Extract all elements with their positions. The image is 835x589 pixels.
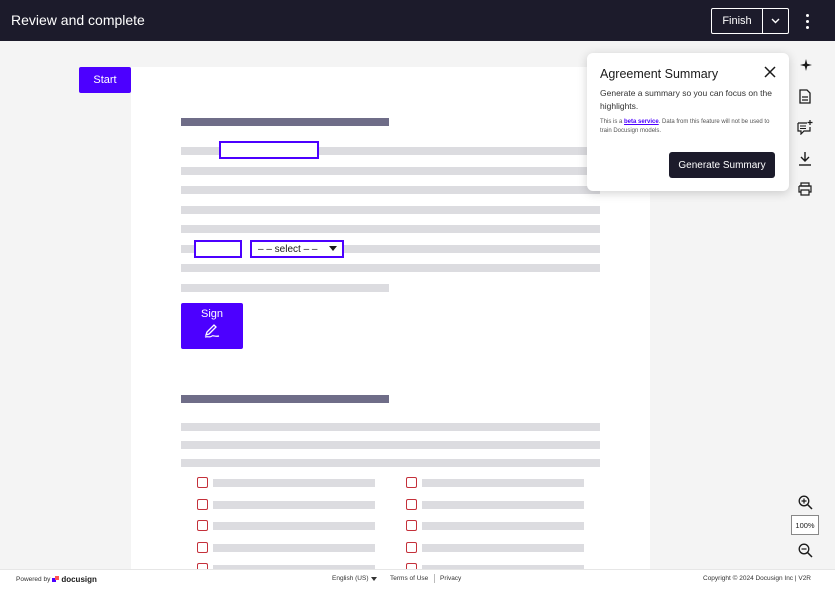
checkbox-label-placeholder [422, 544, 584, 552]
sparkle-icon [800, 59, 812, 71]
text-line-placeholder [181, 206, 600, 214]
kebab-dot [805, 25, 809, 29]
comment-add-icon [797, 119, 813, 135]
text-line-placeholder [181, 186, 600, 194]
beta-note-prefix: This is a [600, 119, 625, 125]
download-button[interactable] [797, 150, 813, 166]
print-icon [798, 182, 812, 196]
text-line-placeholder [181, 441, 600, 449]
powered-by-label: Powered by [16, 576, 51, 583]
text-input-field[interactable] [219, 141, 319, 159]
checkbox-label-placeholder [213, 522, 375, 530]
checkbox[interactable] [197, 520, 208, 531]
checkbox[interactable] [406, 499, 417, 510]
checkbox[interactable] [406, 520, 417, 531]
zoom-out-icon [798, 543, 813, 558]
checkbox-label-placeholder [213, 501, 375, 509]
agreement-summary-popup: Agreement Summary Generate a summary so … [587, 53, 789, 191]
chevron-down-icon [771, 18, 780, 24]
kebab-dot [805, 19, 809, 23]
checkbox[interactable] [197, 542, 208, 553]
terms-of-use-link[interactable]: Terms of Use [390, 575, 428, 582]
sign-label: Sign [200, 308, 224, 320]
beta-note: This is a beta service. Data from this f… [600, 118, 780, 136]
checkbox[interactable] [197, 477, 208, 488]
copyright: Copyright © 2024 Docusign Inc | V2R [703, 575, 812, 582]
zoom-in-icon [798, 495, 813, 510]
text-line-placeholder [181, 167, 600, 175]
text-line-placeholder [319, 147, 600, 155]
close-button[interactable] [763, 65, 777, 79]
text-line-placeholder [181, 264, 600, 272]
zoom-out-button[interactable] [797, 542, 813, 558]
checkbox-label-placeholder [213, 544, 375, 552]
powered-by: Powered by docusign [16, 575, 97, 584]
text-line-placeholder [181, 147, 219, 155]
text-line-placeholder [181, 284, 389, 292]
generate-summary-button[interactable]: Generate Summary [669, 152, 775, 178]
checkbox-label-placeholder [213, 479, 375, 487]
popup-description: Generate a summary so you can focus on t… [600, 88, 772, 111]
language-label: English (US) [332, 575, 369, 582]
beta-service-link[interactable]: beta service [624, 119, 659, 125]
docusign-logo-icon [52, 576, 60, 582]
brand-logo: docusign [61, 575, 97, 584]
caret-down-icon [371, 576, 378, 581]
popup-title: Agreement Summary [600, 67, 719, 81]
page-title: Review and complete [11, 12, 145, 28]
checkbox[interactable] [197, 499, 208, 510]
signature-pen-icon [204, 324, 220, 338]
zoom-in-button[interactable] [797, 494, 813, 510]
language-selector[interactable]: English (US) [332, 575, 378, 582]
finish-button-group: Finish [711, 8, 789, 34]
add-comment-button[interactable] [797, 119, 813, 135]
close-icon [764, 66, 776, 78]
dropdown-value: – – select – – [258, 243, 318, 255]
start-button[interactable]: Start [79, 67, 131, 93]
text-line-placeholder [181, 245, 194, 253]
section-heading-placeholder [181, 395, 389, 403]
sign-button[interactable]: Sign [181, 303, 243, 349]
zoom-level[interactable]: 100% [791, 515, 819, 535]
short-text-field[interactable] [194, 240, 242, 258]
kebab-dot [805, 13, 809, 17]
finish-button[interactable]: Finish [712, 9, 763, 33]
checkbox[interactable] [406, 542, 417, 553]
sparkle-button[interactable] [798, 57, 814, 73]
dropdown-select[interactable]: – – select – – [250, 240, 344, 258]
more-options-button[interactable] [800, 10, 814, 32]
caret-down-icon [329, 246, 337, 251]
checkbox-label-placeholder [422, 479, 584, 487]
finish-options-button[interactable] [763, 9, 788, 33]
checkbox-label-placeholder [422, 501, 584, 509]
checkbox-label-placeholder [422, 522, 584, 530]
print-button[interactable] [797, 181, 813, 197]
section-heading-placeholder [181, 118, 389, 126]
checkbox[interactable] [406, 477, 417, 488]
download-icon [799, 151, 811, 166]
top-bar: Review and complete Finish [0, 0, 835, 41]
divider [434, 574, 435, 583]
text-line-placeholder [344, 245, 600, 253]
document-button[interactable] [797, 88, 813, 104]
text-line-placeholder [181, 225, 600, 233]
footer: Powered by docusign English (US) Terms o… [0, 569, 835, 589]
text-line-placeholder [181, 459, 600, 467]
document-icon [799, 88, 811, 104]
text-line-placeholder [181, 423, 600, 431]
privacy-link[interactable]: Privacy [440, 575, 461, 582]
